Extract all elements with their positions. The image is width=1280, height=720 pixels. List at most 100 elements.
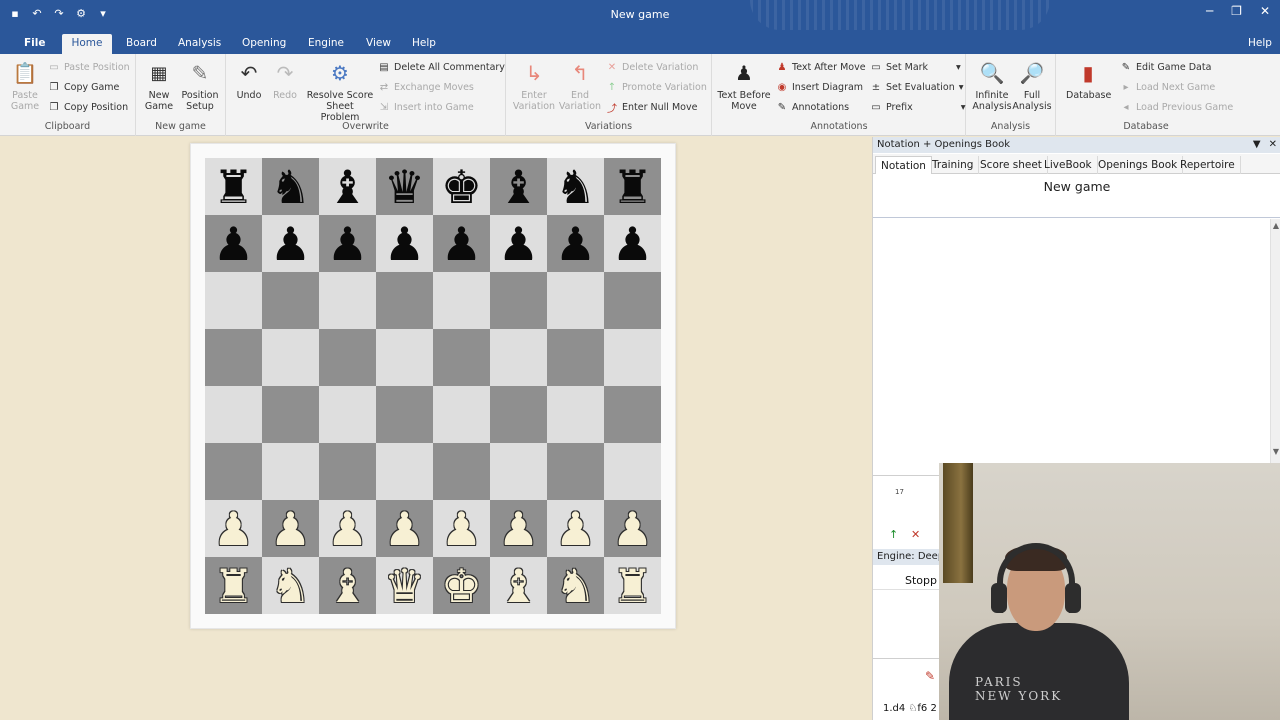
square-h5[interactable] xyxy=(604,329,661,386)
delete-variation-button[interactable]: ✕ Delete Variation xyxy=(606,59,699,75)
black-piece[interactable]: ♜ xyxy=(612,164,653,210)
new-game-button[interactable]: ▦ New Game xyxy=(142,60,176,112)
square-c8[interactable]: ♝ xyxy=(319,158,376,215)
black-piece[interactable]: ♟ xyxy=(441,221,482,267)
square-f1[interactable]: ♝ xyxy=(490,557,547,614)
load-previous-game-button[interactable]: ◂ Load Previous Game xyxy=(1120,99,1233,115)
infinite-analysis-button[interactable]: 🔍 Infinite Analysis xyxy=(970,60,1014,113)
square-b6[interactable] xyxy=(262,272,319,329)
tab-training[interactable]: Training xyxy=(927,156,980,174)
delete-x-icon[interactable]: ✕ xyxy=(911,528,920,541)
square-h3[interactable] xyxy=(604,443,661,500)
square-e1[interactable]: ♚ xyxy=(433,557,490,614)
square-e4[interactable] xyxy=(433,386,490,443)
tab-board[interactable]: Board xyxy=(118,34,165,54)
black-piece[interactable]: ♟ xyxy=(270,221,311,267)
delete-all-commentary-button[interactable]: ▤ Delete All Commentary xyxy=(378,59,505,75)
tab-openings-book[interactable]: Openings Book xyxy=(1093,156,1184,174)
white-piece[interactable]: ♟ xyxy=(384,506,425,552)
resolve-score-sheet-button[interactable]: ⚙ Resolve Score Sheet Problem xyxy=(306,60,374,124)
square-d4[interactable] xyxy=(376,386,433,443)
restore-icon[interactable]: ❐ xyxy=(1231,4,1242,18)
square-d6[interactable] xyxy=(376,272,433,329)
square-h4[interactable] xyxy=(604,386,661,443)
tab-engine[interactable]: Engine xyxy=(300,34,352,54)
square-c3[interactable] xyxy=(319,443,376,500)
white-piece[interactable]: ♝ xyxy=(327,563,368,609)
white-piece[interactable]: ♜ xyxy=(213,563,254,609)
square-f6[interactable] xyxy=(490,272,547,329)
white-piece[interactable]: ♟ xyxy=(213,506,254,552)
white-piece[interactable]: ♚ xyxy=(441,563,482,609)
square-b3[interactable] xyxy=(262,443,319,500)
help-link[interactable]: Help xyxy=(1240,34,1280,54)
tab-file[interactable]: File xyxy=(16,34,54,54)
engine-tool-icon[interactable]: ✎ xyxy=(925,669,935,683)
database-button[interactable]: ▮ Database xyxy=(1066,60,1111,102)
black-piece[interactable]: ♜ xyxy=(213,164,254,210)
square-e7[interactable]: ♟ xyxy=(433,215,490,272)
tab-help[interactable]: Help xyxy=(404,34,444,54)
paste-game-button[interactable]: 📋 Paste Game xyxy=(8,60,42,113)
promote-variation-button[interactable]: ↑ Promote Variation xyxy=(606,79,707,95)
tab-livebook[interactable]: LiveBook xyxy=(1039,156,1098,174)
square-d3[interactable] xyxy=(376,443,433,500)
square-f8[interactable]: ♝ xyxy=(490,158,547,215)
square-c5[interactable] xyxy=(319,329,376,386)
square-h1[interactable]: ♜ xyxy=(604,557,661,614)
square-g6[interactable] xyxy=(547,272,604,329)
square-a6[interactable] xyxy=(205,272,262,329)
tab-score-sheet[interactable]: Score sheet xyxy=(975,156,1048,174)
redo-button[interactable]: ↷ Redo xyxy=(270,60,300,102)
load-next-game-button[interactable]: ▸ Load Next Game xyxy=(1120,79,1215,95)
square-a2[interactable]: ♟ xyxy=(205,500,262,557)
square-h2[interactable]: ♟ xyxy=(604,500,661,557)
square-c2[interactable]: ♟ xyxy=(319,500,376,557)
square-b5[interactable] xyxy=(262,329,319,386)
scroll-up-icon[interactable]: ▲ xyxy=(1273,221,1279,230)
white-piece[interactable]: ♛ xyxy=(384,563,425,609)
square-h7[interactable]: ♟ xyxy=(604,215,661,272)
paste-position-button[interactable]: ▭ Paste Position xyxy=(48,59,129,75)
square-g7[interactable]: ♟ xyxy=(547,215,604,272)
full-analysis-button[interactable]: 🔎 Full Analysis xyxy=(1012,60,1052,113)
square-d2[interactable]: ♟ xyxy=(376,500,433,557)
panel-menu-icon[interactable]: ▼ xyxy=(1253,137,1261,153)
square-b7[interactable]: ♟ xyxy=(262,215,319,272)
square-c7[interactable]: ♟ xyxy=(319,215,376,272)
black-piece[interactable]: ♛ xyxy=(384,164,425,210)
panel-close-icon[interactable]: ✕ xyxy=(1269,137,1277,153)
position-setup-button[interactable]: ✎ Position Setup xyxy=(178,60,222,113)
square-g8[interactable]: ♞ xyxy=(547,158,604,215)
tab-view[interactable]: View xyxy=(358,34,399,54)
square-h8[interactable]: ♜ xyxy=(604,158,661,215)
square-c4[interactable] xyxy=(319,386,376,443)
square-b1[interactable]: ♞ xyxy=(262,557,319,614)
white-piece[interactable]: ♟ xyxy=(612,506,653,552)
tab-home[interactable]: Home xyxy=(62,34,112,54)
insert-diagram-button[interactable]: ◉ Insert Diagram xyxy=(776,79,863,95)
square-e5[interactable] xyxy=(433,329,490,386)
minimize-icon[interactable]: ─ xyxy=(1206,4,1213,18)
black-piece[interactable]: ♟ xyxy=(327,221,368,267)
square-c1[interactable]: ♝ xyxy=(319,557,376,614)
white-piece[interactable]: ♟ xyxy=(555,506,596,552)
black-piece[interactable]: ♟ xyxy=(612,221,653,267)
square-f4[interactable] xyxy=(490,386,547,443)
black-piece[interactable]: ♟ xyxy=(384,221,425,267)
white-piece[interactable]: ♞ xyxy=(555,563,596,609)
square-a7[interactable]: ♟ xyxy=(205,215,262,272)
square-c6[interactable] xyxy=(319,272,376,329)
white-piece[interactable]: ♟ xyxy=(441,506,482,552)
exchange-moves-button[interactable]: ⇄ Exchange Moves xyxy=(378,79,474,95)
undo-button[interactable]: ↶ Undo xyxy=(232,60,266,102)
enter-variation-button[interactable]: ↳ Enter Variation xyxy=(512,60,556,113)
edit-game-data-button[interactable]: ✎ Edit Game Data xyxy=(1120,59,1212,75)
square-f7[interactable]: ♟ xyxy=(490,215,547,272)
tab-opening[interactable]: Opening xyxy=(234,34,294,54)
square-a3[interactable] xyxy=(205,443,262,500)
black-piece[interactable]: ♟ xyxy=(213,221,254,267)
black-piece[interactable]: ♞ xyxy=(555,164,596,210)
chess-board[interactable]: ♜ ♞ ♝ ♛ ♚ ♝ ♞ ♜ ♟ ♟ ♟ ♟ ♟ ♟ ♟ ♟ ♟ ♟ ♟ ♟ ♟ ♟ ♟ ♟ ♜ ♞ ♝ ♛ ♚ ♝ ♞ ♜ xyxy=(205,158,661,614)
square-a4[interactable] xyxy=(205,386,262,443)
